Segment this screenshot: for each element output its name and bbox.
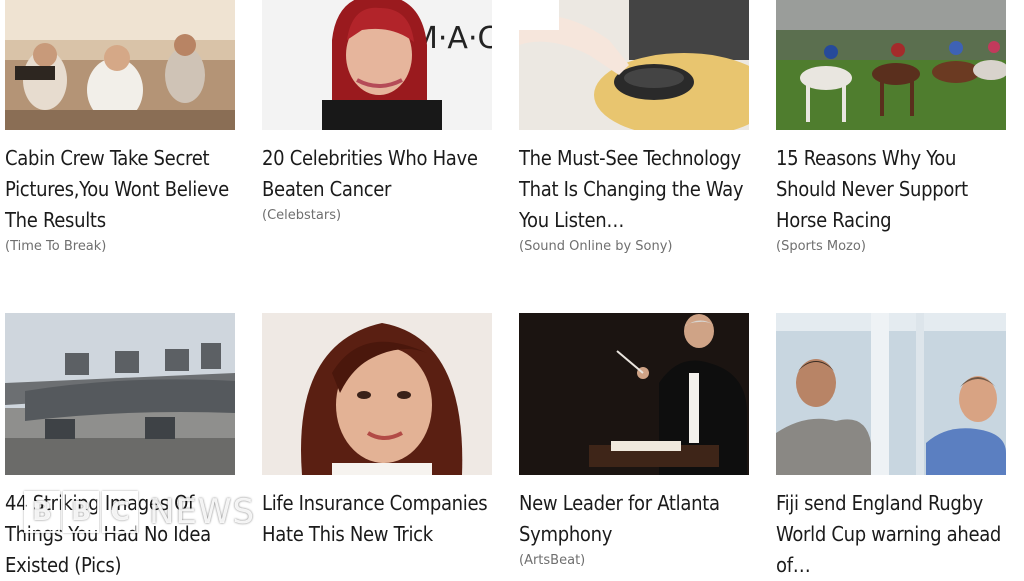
article-title[interactable]: The Must-See Technology That Is Changing… bbox=[519, 143, 749, 236]
article-thumbnail-seaplane[interactable] bbox=[5, 313, 235, 475]
article-source: (Time To Break) bbox=[5, 239, 107, 254]
bbc-logo-letter: C bbox=[102, 491, 138, 533]
article-title[interactable]: 20 Celebrities Who Have Beaten Cancer bbox=[262, 143, 492, 205]
bbc-news-watermark: B B C NEWS bbox=[24, 490, 255, 534]
article-card-celebrities-cancer[interactable]: M·A·C 20 Celebrities Who Have Beaten Can… bbox=[262, 0, 492, 225]
article-thumbnail-headphones[interactable] bbox=[519, 0, 749, 130]
article-title[interactable]: Cabin Crew Take Secret Pictures,You Wont… bbox=[5, 143, 235, 236]
article-thumbnail-conductor[interactable] bbox=[519, 313, 749, 475]
article-card-horse-racing[interactable]: 15 Reasons Why You Should Never Support … bbox=[776, 0, 1006, 256]
article-card-life-insurance[interactable]: Life Insurance Companies Hate This New T… bbox=[262, 313, 492, 550]
article-card-striking-images[interactable]: 44 Striking Images Of Things You Had No … bbox=[5, 313, 235, 581]
sponsored-content-grid: Cabin Crew Take Secret Pictures,You Wont… bbox=[0, 0, 1024, 577]
article-title[interactable]: 15 Reasons Why You Should Never Support … bbox=[776, 143, 1006, 236]
article-thumbnail-horse-race[interactable] bbox=[776, 0, 1006, 130]
article-source: (Sports Mozo) bbox=[776, 239, 866, 254]
article-card-cabin-crew[interactable]: Cabin Crew Take Secret Pictures,You Wont… bbox=[5, 0, 235, 256]
article-card-fiji-rugby[interactable]: Fiji send England Rugby World Cup warnin… bbox=[776, 313, 1006, 581]
article-source: (Sound Online by Sony) bbox=[519, 239, 673, 254]
news-wordmark: NEWS bbox=[149, 492, 256, 532]
article-thumbnail-airplane-cabin[interactable] bbox=[5, 0, 235, 130]
article-thumbnail-celebrity-portrait[interactable]: M·A·C bbox=[262, 0, 492, 130]
article-title[interactable]: Fiji send England Rugby World Cup warnin… bbox=[776, 488, 1006, 581]
article-card-atlanta-symphony[interactable]: New Leader for Atlanta Symphony (ArtsBea… bbox=[519, 313, 749, 570]
article-title[interactable]: Life Insurance Companies Hate This New T… bbox=[262, 488, 492, 550]
article-thumbnail-woman-portrait[interactable] bbox=[262, 313, 492, 475]
article-thumbnail-rugby-coaches[interactable] bbox=[776, 313, 1006, 475]
bbc-logo-letter: B bbox=[63, 491, 99, 533]
article-source: (Celebstars) bbox=[262, 208, 342, 223]
article-title[interactable]: New Leader for Atlanta Symphony bbox=[519, 488, 749, 550]
article-source: (ArtsBeat) bbox=[519, 553, 586, 568]
bbc-logo-letter: B bbox=[24, 491, 60, 533]
article-card-sony-technology[interactable]: The Must-See Technology That Is Changing… bbox=[519, 0, 749, 256]
